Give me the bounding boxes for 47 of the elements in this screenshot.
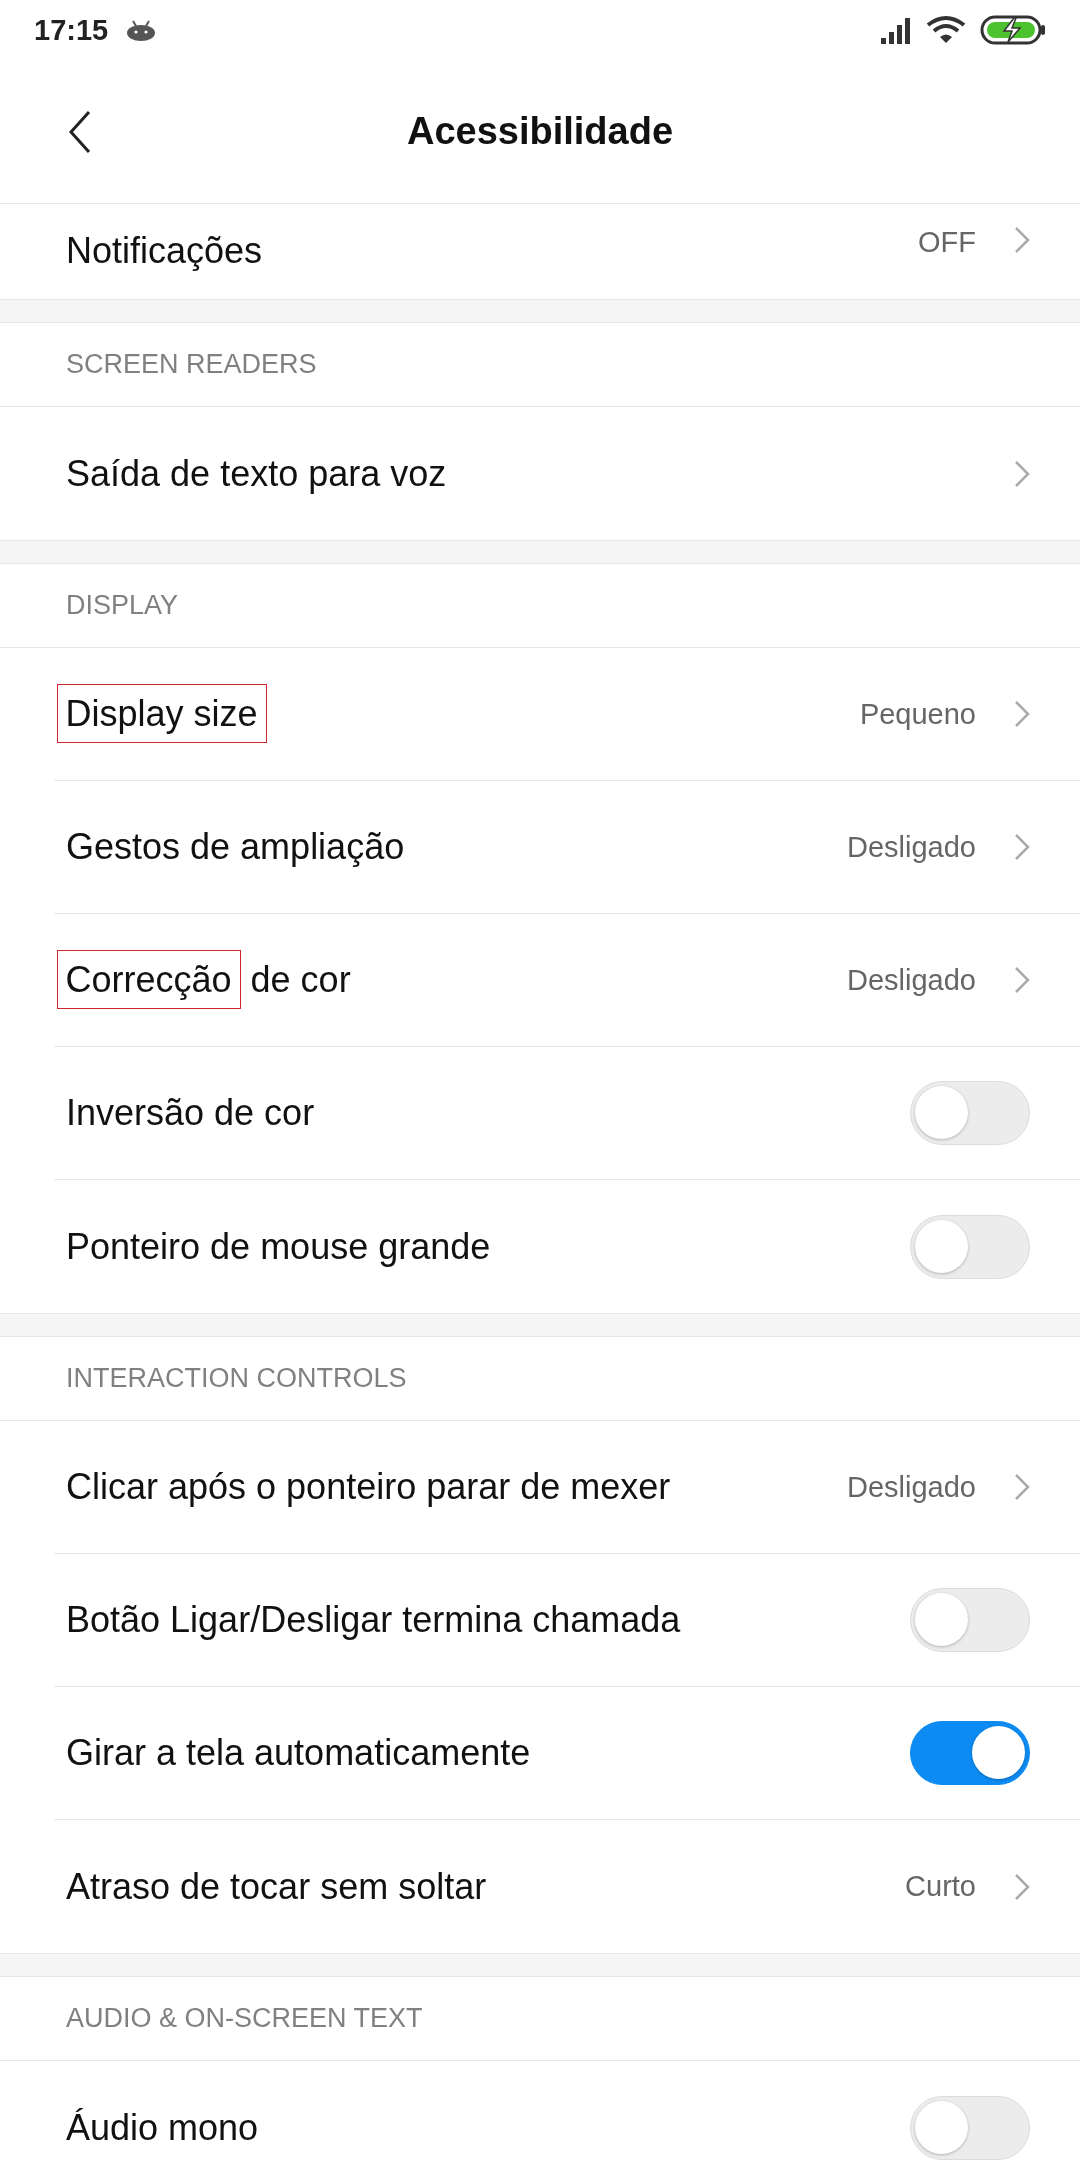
wifi-icon bbox=[926, 15, 966, 45]
settings-row[interactable]: Gestos de ampliação Desligado bbox=[54, 781, 1080, 914]
setting-title: Atraso de tocar sem soltar bbox=[65, 1864, 488, 1909]
setting-title: Display size bbox=[54, 683, 860, 745]
setting-title: Botão Ligar/Desligar termina chamada bbox=[65, 1598, 682, 1642]
chevron-icon bbox=[1014, 700, 1030, 728]
status-time: 17:15 bbox=[34, 13, 109, 47]
chevron-icon bbox=[1014, 833, 1030, 861]
chevron-icon bbox=[1014, 1473, 1030, 1501]
setting-title: Notificações bbox=[65, 229, 264, 273]
page-title: Acessibilidade bbox=[406, 110, 674, 153]
setting-title: Saída de texto para voz bbox=[65, 451, 448, 496]
settings-row[interactable]: Ponteiro de mouse grande bbox=[54, 1180, 1080, 1313]
section-heading: AUDIO & ON-SCREEN TEXT bbox=[0, 1977, 1080, 2061]
settings-row[interactable]: Botão Ligar/Desligar termina chamada bbox=[54, 1554, 1080, 1687]
battery-charging-icon bbox=[980, 15, 1046, 45]
setting-value: Desligado bbox=[847, 830, 976, 864]
settings-row[interactable]: Saída de texto para voz bbox=[54, 407, 1080, 540]
setting-title: Áudio mono bbox=[65, 2105, 260, 2150]
signal-icon bbox=[880, 16, 912, 44]
setting-value: Desligado bbox=[847, 963, 976, 997]
setting-value: Curto bbox=[905, 1870, 976, 1903]
section-heading: INTERACTION CONTROLS bbox=[0, 1337, 1080, 1421]
setting-value: Desligado bbox=[847, 1470, 976, 1504]
setting-title: Correcção de cor bbox=[54, 949, 847, 1011]
section-heading: DISPLAY bbox=[0, 564, 1080, 648]
settings-row[interactable]: Correcção de cor Desligado bbox=[54, 914, 1080, 1047]
setting-title: Ponteiro de mouse grande bbox=[65, 1224, 492, 1269]
settings-row[interactable]: Clicar após o ponteiro parar de mexer Desligado bbox=[54, 1421, 1080, 1554]
section-heading: SCREEN READERS bbox=[0, 323, 1080, 407]
setting-title: Gestos de ampliação bbox=[65, 825, 406, 869]
settings-row[interactable]: Girar a tela automaticamente bbox=[54, 1687, 1080, 1820]
settings-row[interactable]: Inversão de cor bbox=[54, 1047, 1080, 1180]
settings-row[interactable]: Atraso de tocar sem soltar Curto bbox=[54, 1820, 1080, 1953]
chevron-icon bbox=[1014, 1872, 1030, 1901]
setting-title: Girar a tela automaticamente bbox=[65, 1731, 532, 1775]
setting-value: OFF bbox=[918, 226, 976, 259]
settings-row[interactable]: Áudio mono bbox=[54, 2061, 1080, 2160]
chevron-icon bbox=[1014, 459, 1030, 488]
setting-title: Clicar após o ponteiro parar de mexer bbox=[65, 1465, 672, 1509]
android-icon bbox=[126, 19, 157, 41]
chevron-icon bbox=[1014, 966, 1030, 994]
settings-row[interactable]: Display size Pequeno bbox=[54, 648, 1080, 781]
back-icon[interactable] bbox=[68, 110, 92, 154]
chevron-icon bbox=[1014, 226, 1030, 254]
setting-title: Inversão de cor bbox=[65, 1091, 316, 1135]
setting-value: Pequeno bbox=[859, 697, 976, 731]
